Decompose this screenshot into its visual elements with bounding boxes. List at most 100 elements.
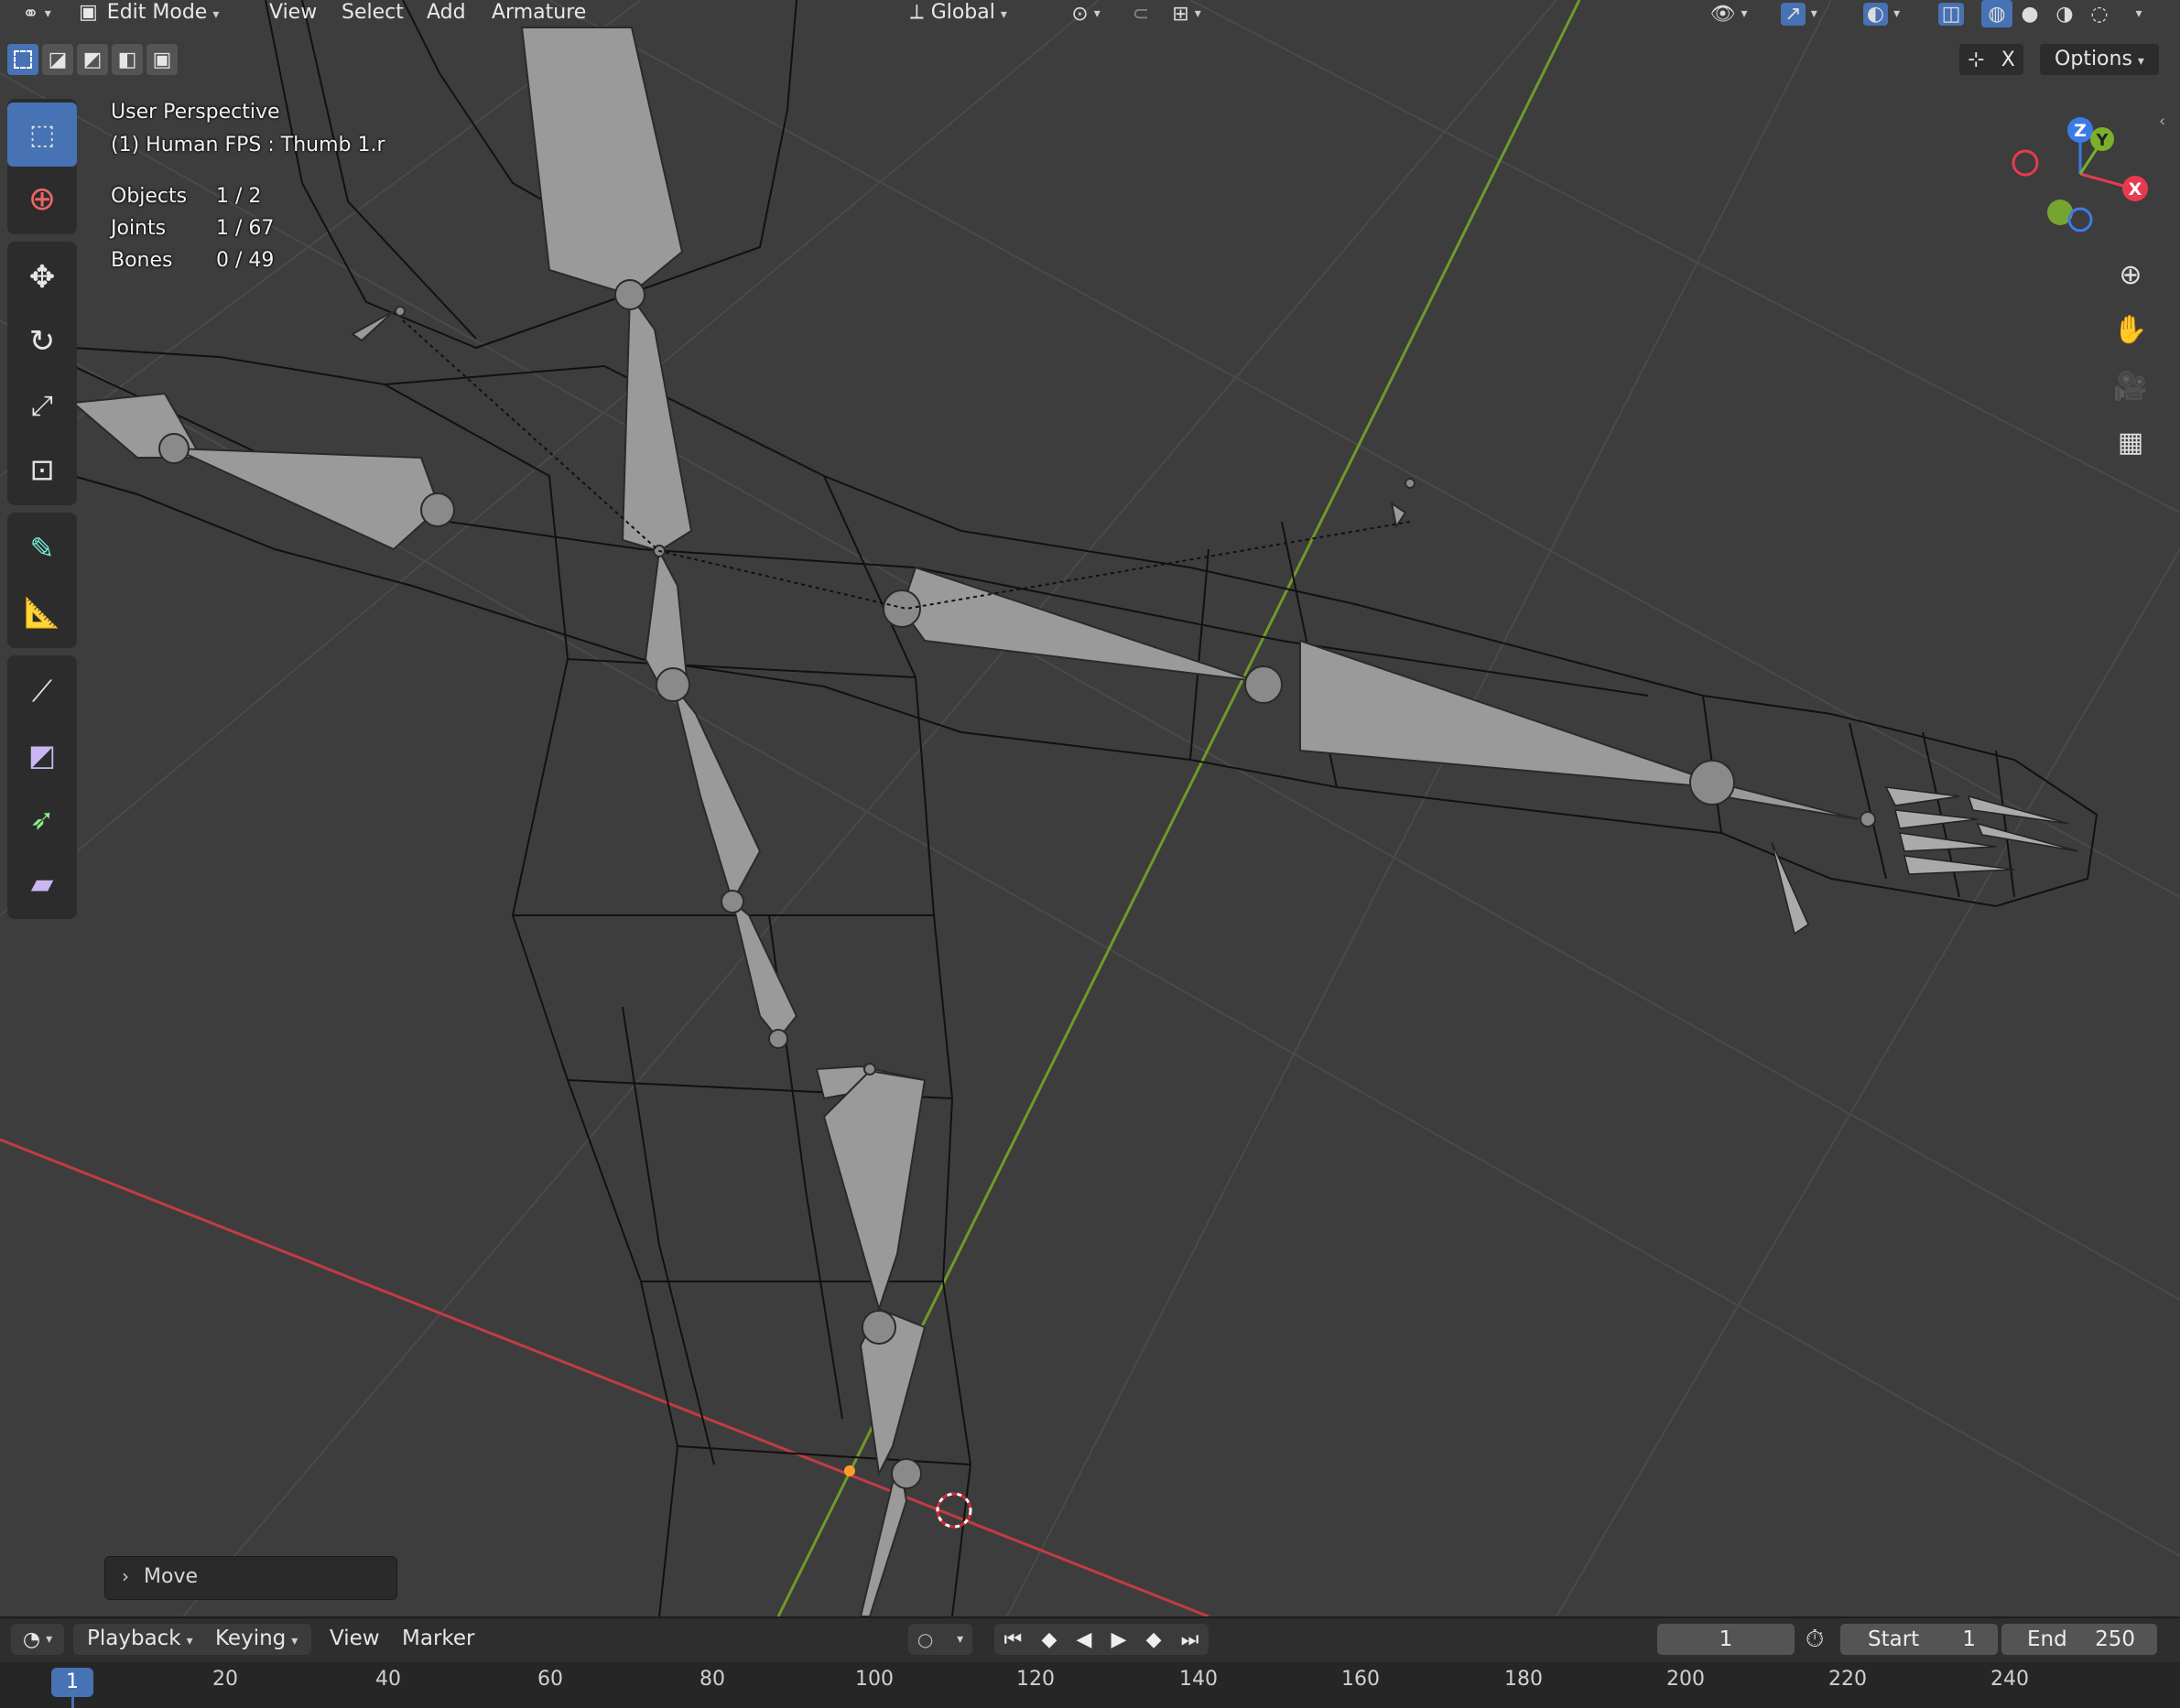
select-mode-intersect[interactable]: ▣ [146, 44, 178, 75]
tool-shelf: ⬚ ⊕ ✥ ↻ ⤢ ⊡ ✎ 📐 ⟋ ◩ ➶ ▰ [7, 99, 77, 926]
visibility-button[interactable]: 👁 ▾ [1703, 0, 1754, 27]
cursor-tool[interactable]: ⊕ [7, 167, 77, 231]
zoom-button[interactable]: ⊕ [2108, 252, 2153, 297]
sidebar-toggle-icon[interactable]: ‹ [2159, 112, 2165, 131]
start-frame-field[interactable]: Start 1 [1840, 1624, 1998, 1655]
shading-wireframe-button[interactable]: ◍ [1981, 0, 2012, 27]
rotate-tool[interactable]: ↻ [7, 309, 77, 373]
select-box-tool[interactable]: ⬚ [7, 103, 77, 167]
shear-icon: ▰ [30, 866, 54, 901]
editor-type-button[interactable]: ⚭ ▾ [9, 0, 64, 27]
select-intersect-icon: ▣ [152, 48, 172, 71]
menu-armature[interactable]: Armature [492, 0, 586, 27]
options-label: Options [2055, 48, 2132, 70]
jump-end-icon[interactable]: ⏭ [1181, 1628, 1199, 1651]
viewport-3d[interactable] [0, 0, 2180, 1616]
transform-orientation-dropdown[interactable]: ⟂ Global ▾ [910, 0, 1044, 27]
play-reverse-icon[interactable]: ◀ [1077, 1628, 1092, 1651]
ruler-tick: 200 [1666, 1668, 1705, 1691]
chevron-down-icon: ▾ [1194, 6, 1201, 21]
chevron-down-icon: ▾ [1000, 7, 1007, 22]
zoom-in-icon: ⊕ [2119, 258, 2142, 291]
ruler-tick: 40 [375, 1668, 401, 1691]
auto-merge-icon: ⊹ [1968, 48, 1985, 71]
gizmo-icon: ↗ [1781, 2, 1806, 26]
snap-target-button[interactable]: ⊞ ▾ [1159, 0, 1214, 27]
play-icon[interactable]: ▶ [1112, 1628, 1127, 1651]
use-preview-range-icon[interactable]: ⏱ [1806, 1626, 1824, 1654]
navigation-gizmo[interactable]: Z Y X [1996, 110, 2161, 247]
playback-controls: ⏮ ◆ ◀ ▶ ◆ ⏭ [994, 1624, 1209, 1655]
pivot-point-button[interactable]: ⊙ ▾ [1060, 0, 1112, 27]
pan-button[interactable]: ✋ [2108, 307, 2153, 352]
annotate-tool[interactable]: ✎ [7, 516, 77, 580]
select-mode-invert[interactable]: ◧ [112, 44, 143, 75]
stat-joints-label: Joints [111, 217, 167, 240]
shading-solid-button[interactable]: ● [2014, 0, 2045, 27]
x-label: X [2001, 48, 2015, 71]
select-mode-new[interactable] [7, 44, 38, 75]
ruler-tick: 180 [1504, 1668, 1543, 1691]
extrude-tool[interactable]: ➶ [7, 787, 77, 851]
extrude-icon: ➶ [29, 802, 55, 837]
ruler-tick: 100 [855, 1668, 894, 1691]
chevron-down-icon: ▾ [291, 1634, 298, 1649]
keying-menu[interactable]: Keying ▾ [215, 1616, 298, 1662]
stat-joints-value: 1 / 67 [216, 217, 275, 240]
playback-label: Playback [87, 1627, 181, 1650]
options-dropdown[interactable]: Options ▾ [2040, 44, 2159, 75]
pencil-icon: ✎ [29, 531, 55, 566]
auto-keying-toggle[interactable]: ○ ▾ [908, 1624, 972, 1655]
overlays-toggle[interactable]: ◐ ▾ [1849, 0, 1914, 27]
menu-add[interactable]: Add [427, 0, 466, 27]
menu-view[interactable]: View [269, 0, 317, 27]
bone-roll-icon: ⟋ [31, 673, 53, 708]
select-mode-subtract[interactable]: ◩ [77, 44, 108, 75]
next-keyframe-icon[interactable]: ◆ [1146, 1628, 1162, 1651]
x-close-button[interactable]: ⊹ X [1959, 44, 2023, 75]
start-value: 1 [1962, 1627, 1976, 1651]
roll-tool[interactable]: ⟋ [7, 659, 77, 723]
playhead-frame-badge[interactable]: 1 [51, 1668, 93, 1697]
chevron-down-icon: ▾ [212, 7, 220, 22]
select-invert-icon: ◧ [117, 48, 137, 71]
shading-options-button[interactable]: ▾ [2122, 0, 2150, 27]
gizmo-toggle[interactable]: ↗ ▾ [1767, 0, 1831, 27]
move-tool[interactable]: ✥ [7, 245, 77, 309]
select-mode-extend[interactable]: ◪ [42, 44, 73, 75]
xray-toggle[interactable]: ◫ [1937, 0, 1965, 27]
hand-icon: ✋ [2113, 313, 2148, 346]
orientation-axes-icon: ⟂ [910, 1, 924, 24]
transform-tool[interactable]: ⊡ [7, 438, 77, 502]
chevron-right-icon: › [122, 1565, 129, 1587]
perspective-toggle-button[interactable]: ▦ [2108, 419, 2153, 465]
end-frame-field[interactable]: End 250 [2001, 1624, 2157, 1655]
scale-tool[interactable]: ⤢ [7, 373, 77, 438]
jump-start-icon[interactable]: ⏮ [1004, 1628, 1023, 1651]
record-circle-icon: ○ [916, 1628, 934, 1650]
playback-menu[interactable]: Playback ▾ [87, 1616, 193, 1662]
bone-size-tool[interactable]: ◩ [7, 723, 77, 787]
gizmo-z-label: Z [2074, 121, 2087, 141]
camera-view-button[interactable]: 🎥 [2108, 363, 2153, 409]
prev-keyframe-icon[interactable]: ◆ [1041, 1628, 1057, 1651]
mode-dropdown[interactable]: ▣ Edit Mode ▾ [79, 0, 244, 27]
shading-material-button[interactable]: ◑ [2049, 0, 2080, 27]
chevron-down-icon: ▾ [1893, 6, 1901, 21]
measure-tool[interactable]: 📐 [7, 580, 77, 644]
solid-sphere-icon: ● [2021, 2, 2039, 26]
menu-select[interactable]: Select [342, 0, 404, 27]
xray-icon: ◫ [1937, 2, 1965, 26]
last-operator-panel[interactable]: › Move [104, 1556, 397, 1600]
armature-editor-icon: ⚭ [22, 2, 39, 26]
current-frame-field[interactable]: 1 [1657, 1624, 1795, 1655]
timeline-editor-type-button[interactable]: ◔ ▾ [11, 1624, 64, 1655]
shear-tool[interactable]: ▰ [7, 851, 77, 915]
chevron-down-icon: ▾ [2137, 54, 2144, 69]
keying-label: Keying [215, 1627, 287, 1650]
timeline-view-menu[interactable]: View [330, 1616, 380, 1662]
marker-menu[interactable]: Marker [402, 1616, 475, 1662]
shading-rendered-button[interactable]: ◌ [2084, 0, 2115, 27]
snap-toggle[interactable]: ⊂ [1123, 0, 1159, 27]
select-subtract-icon: ◩ [82, 48, 103, 71]
